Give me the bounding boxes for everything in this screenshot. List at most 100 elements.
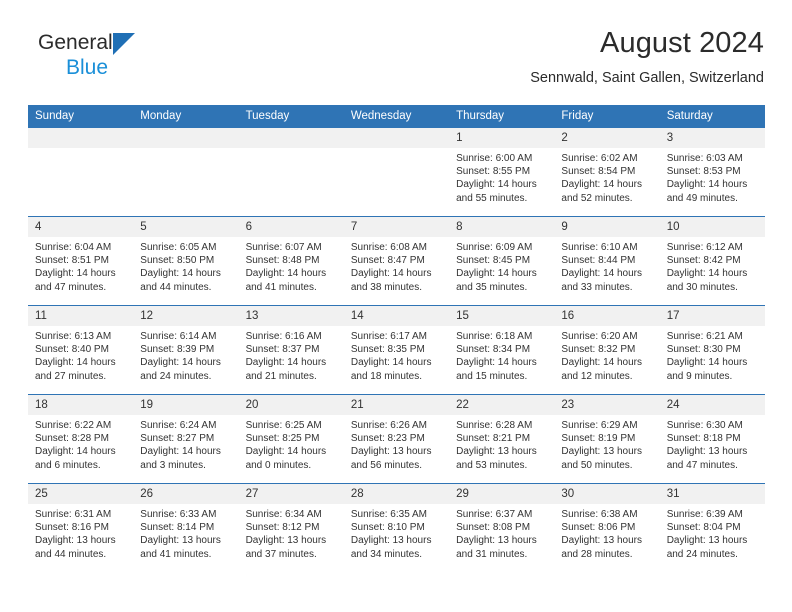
sunset-text: Sunset: 8:10 PM <box>350 522 425 534</box>
daylight-text-line1: Daylight: 14 hours <box>350 357 432 369</box>
daylight-text-line1: Daylight: 14 hours <box>561 357 643 369</box>
weekday-header-sunday: Sunday <box>28 105 134 128</box>
daylight-text-line1: Daylight: 14 hours <box>245 268 327 280</box>
day-number <box>133 128 239 148</box>
calendar-day[interactable]: 15 Sunrise: 6:18 AM Sunset: 8:34 PM Dayligh… <box>449 306 555 393</box>
calendar-day[interactable]: 6 Sunrise: 6:07 AM Sunset: 8:48 PM Daylight… <box>238 217 344 304</box>
day-number: 30 <box>554 484 660 504</box>
calendar-day[interactable]: 22 Sunrise: 6:28 AM Sunset: 8:21 PM Dayligh… <box>449 395 555 482</box>
sunset-text: Sunset: 8:54 PM <box>561 166 636 178</box>
calendar-day[interactable]: 25 Sunrise: 6:31 AM Sunset: 8:16 PM Dayligh… <box>28 484 134 571</box>
sunrise-text: Sunrise: 6:16 AM <box>245 331 322 342</box>
sunset-text: Sunset: 8:39 PM <box>140 344 215 356</box>
triangle-icon <box>112 33 135 55</box>
sunrise-text: Sunrise: 6:20 AM <box>561 331 638 342</box>
day-number: 8 <box>449 217 555 237</box>
calendar-day[interactable]: 21 Sunrise: 6:26 AM Sunset: 8:23 PM Dayligh… <box>343 395 450 482</box>
calendar-day[interactable]: 29 Sunrise: 6:37 AM Sunset: 8:08 PM Dayligh… <box>449 484 555 571</box>
calendar-day[interactable]: 1 Sunrise: 6:00 AM Sunset: 8:55 PM Daylight… <box>449 128 555 215</box>
day-details: Sunrise: 6:00 AM Sunset: 8:55 PM Daylight:… <box>449 148 554 205</box>
daylight-text-line2: and 24 minutes. <box>666 548 738 560</box>
sunrise-text: Sunrise: 6:30 AM <box>666 420 743 431</box>
daylight-text-line2: and 6 minutes. <box>35 459 101 471</box>
calendar-day[interactable]: 16 Sunrise: 6:20 AM Sunset: 8:32 PM Dayligh… <box>554 306 660 393</box>
calendar-day[interactable]: 27 Sunrise: 6:34 AM Sunset: 8:12 PM Dayligh… <box>238 484 344 571</box>
daylight-text-line2: and 50 minutes. <box>561 459 633 471</box>
calendar-day[interactable]: 12 Sunrise: 6:14 AM Sunset: 8:39 PM Dayligh… <box>133 306 239 393</box>
sunrise-text: Sunrise: 6:26 AM <box>350 420 427 431</box>
calendar-page: General Blue August 2024 Sennwald, Saint… <box>0 0 792 612</box>
sunset-text: Sunset: 8:28 PM <box>35 433 109 445</box>
calendar-day[interactable]: 4 Sunrise: 6:04 AM Sunset: 8:51 PM Daylight… <box>28 217 134 304</box>
calendar-day[interactable]: 14 Sunrise: 6:17 AM Sunset: 8:35 PM Dayligh… <box>343 306 450 393</box>
day-details: Sunrise: 6:30 AM Sunset: 8:18 PM Daylight:… <box>660 415 765 472</box>
sunset-text: Sunset: 8:50 PM <box>140 255 215 267</box>
calendar-cell: 2 Sunrise: 6:02 AM Sunset: 8:54 PM Daylight… <box>554 127 660 217</box>
weekday-header-row: Sunday Monday Tuesday Wednesday Thursday… <box>28 105 765 128</box>
weekday-header-saturday: Saturday <box>659 105 765 128</box>
day-details: Sunrise: 6:09 AM Sunset: 8:45 PM Daylight:… <box>449 237 554 294</box>
calendar-day[interactable]: 17 Sunrise: 6:21 AM Sunset: 8:30 PM Dayligh… <box>659 306 765 393</box>
sunrise-text: Sunrise: 6:03 AM <box>666 153 743 164</box>
day-details: Sunrise: 6:18 AM Sunset: 8:34 PM Daylight:… <box>449 326 554 383</box>
daylight-text-line2: and 34 minutes. <box>350 548 423 560</box>
daylight-text-line1: Daylight: 14 hours <box>561 268 643 280</box>
calendar-day[interactable]: 2 Sunrise: 6:02 AM Sunset: 8:54 PM Daylight… <box>554 128 660 215</box>
calendar-week-row: 25 Sunrise: 6:31 AM Sunset: 8:16 PM Dayligh… <box>28 483 765 573</box>
calendar-day[interactable]: 18 Sunrise: 6:22 AM Sunset: 8:28 PM Dayligh… <box>28 395 134 482</box>
day-number: 18 <box>28 395 134 415</box>
calendar-day[interactable]: 3 Sunrise: 6:03 AM Sunset: 8:53 PM Daylight… <box>659 128 765 215</box>
daylight-text-line2: and 0 minutes. <box>245 459 312 471</box>
calendar-day[interactable]: 26 Sunrise: 6:33 AM Sunset: 8:14 PM Dayligh… <box>133 484 239 571</box>
calendar-day[interactable]: 11 Sunrise: 6:13 AM Sunset: 8:40 PM Dayligh… <box>28 306 134 393</box>
calendar-cell: 26 Sunrise: 6:33 AM Sunset: 8:14 PM Dayligh… <box>133 483 239 573</box>
calendar-day[interactable]: 13 Sunrise: 6:16 AM Sunset: 8:37 PM Dayligh… <box>238 306 344 393</box>
calendar-day[interactable]: 23 Sunrise: 6:29 AM Sunset: 8:19 PM Dayligh… <box>554 395 660 482</box>
day-number: 20 <box>238 395 344 415</box>
sunrise-text: Sunrise: 6:38 AM <box>561 509 638 520</box>
sunrise-text: Sunrise: 6:04 AM <box>35 242 112 253</box>
calendar-cell: 13 Sunrise: 6:16 AM Sunset: 8:37 PM Dayligh… <box>238 305 344 395</box>
sunset-text: Sunset: 8:16 PM <box>35 522 109 534</box>
calendar-cell: 7 Sunrise: 6:08 AM Sunset: 8:47 PM Daylight… <box>343 216 450 306</box>
calendar-day[interactable]: 30 Sunrise: 6:38 AM Sunset: 8:06 PM Dayligh… <box>554 484 660 571</box>
calendar-day[interactable]: 8 Sunrise: 6:09 AM Sunset: 8:45 PM Daylight… <box>449 217 555 304</box>
calendar-day[interactable]: 9 Sunrise: 6:10 AM Sunset: 8:44 PM Daylight… <box>554 217 660 304</box>
day-number: 3 <box>659 128 765 148</box>
daylight-text-line2: and 12 minutes. <box>561 370 633 382</box>
logo-top-row: General <box>38 32 218 56</box>
daylight-text-line1: Daylight: 14 hours <box>666 357 748 369</box>
calendar-day[interactable]: 10 Sunrise: 6:12 AM Sunset: 8:42 PM Dayligh… <box>659 217 765 304</box>
daylight-text-line2: and 49 minutes. <box>666 192 738 204</box>
calendar-day[interactable]: 5 Sunrise: 6:05 AM Sunset: 8:50 PM Daylight… <box>133 217 239 304</box>
day-number: 10 <box>659 217 765 237</box>
day-details: Sunrise: 6:33 AM Sunset: 8:14 PM Daylight:… <box>133 504 238 561</box>
calendar-day[interactable]: 20 Sunrise: 6:25 AM Sunset: 8:25 PM Dayligh… <box>238 395 344 482</box>
sunrise-text: Sunrise: 6:13 AM <box>35 331 112 342</box>
day-number: 27 <box>238 484 344 504</box>
calendar-day[interactable]: 19 Sunrise: 6:24 AM Sunset: 8:27 PM Dayligh… <box>133 395 239 482</box>
sunset-text: Sunset: 8:51 PM <box>35 255 109 267</box>
day-details: Sunrise: 6:35 AM Sunset: 8:10 PM Daylight:… <box>344 504 449 561</box>
calendar-cell: 29 Sunrise: 6:37 AM Sunset: 8:08 PM Dayligh… <box>449 483 555 573</box>
day-details: Sunrise: 6:38 AM Sunset: 8:06 PM Daylight:… <box>554 504 659 561</box>
calendar-day[interactable]: 7 Sunrise: 6:08 AM Sunset: 8:47 PM Daylight… <box>343 217 450 304</box>
calendar-day[interactable]: 24 Sunrise: 6:30 AM Sunset: 8:18 PM Dayligh… <box>659 395 765 482</box>
day-details: Sunrise: 6:17 AM Sunset: 8:35 PM Daylight:… <box>344 326 449 383</box>
day-number: 13 <box>238 306 344 326</box>
daylight-text-line2: and 44 minutes. <box>35 548 107 560</box>
calendar-day[interactable]: 31 Sunrise: 6:39 AM Sunset: 8:04 PM Dayligh… <box>659 484 765 571</box>
daylight-text-line2: and 38 minutes. <box>350 281 423 293</box>
calendar-cell: 20 Sunrise: 6:25 AM Sunset: 8:25 PM Dayligh… <box>238 394 344 484</box>
sunset-text: Sunset: 8:12 PM <box>245 522 320 534</box>
sunset-text: Sunset: 8:30 PM <box>666 344 741 356</box>
sunrise-text: Sunrise: 6:10 AM <box>561 242 638 253</box>
page-subtitle: Sennwald, Saint Gallen, Switzerland <box>530 70 764 86</box>
day-number: 11 <box>28 306 134 326</box>
day-number: 15 <box>449 306 555 326</box>
logo-word-blue: Blue <box>66 56 109 79</box>
day-details: Sunrise: 6:37 AM Sunset: 8:08 PM Daylight:… <box>449 504 554 561</box>
sunset-text: Sunset: 8:21 PM <box>456 433 531 445</box>
calendar-day[interactable]: 28 Sunrise: 6:35 AM Sunset: 8:10 PM Dayligh… <box>343 484 450 571</box>
day-number: 6 <box>238 217 344 237</box>
